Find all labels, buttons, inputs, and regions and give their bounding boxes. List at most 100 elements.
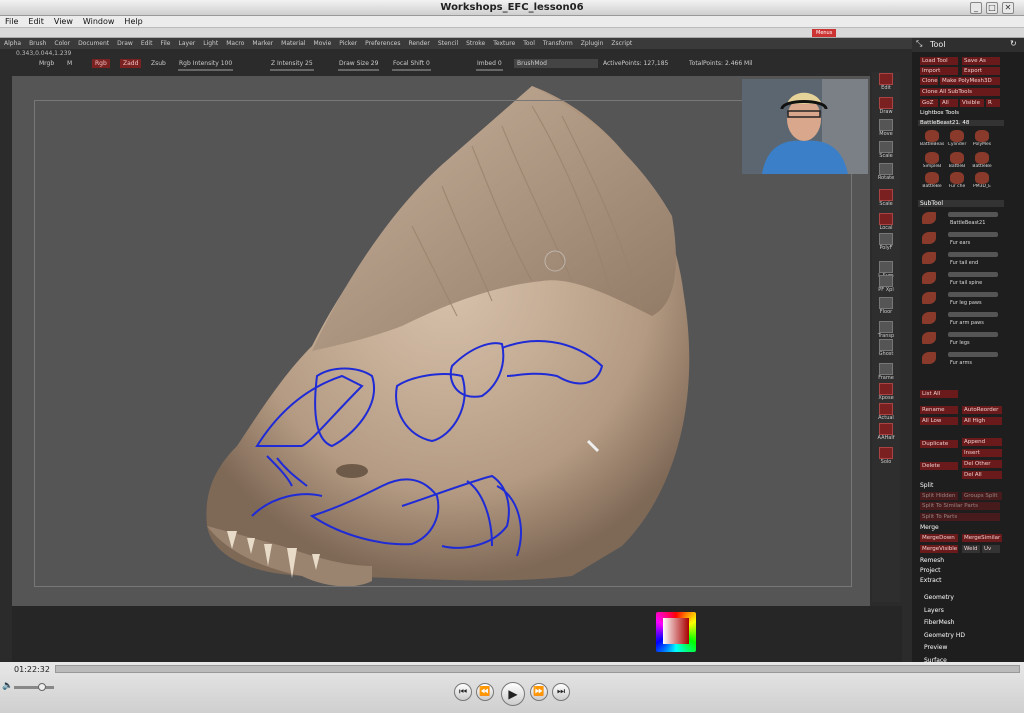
panel-btn-goz[interactable]: GoZ	[920, 99, 938, 107]
subtool-visibility-toggles[interactable]	[948, 212, 998, 217]
subtool-item[interactable]: Fur tail spine	[920, 270, 1004, 288]
panel-menu-geometry[interactable]: Geometry	[922, 594, 1008, 601]
zmenu-stroke[interactable]: Stroke	[462, 38, 489, 49]
tool-thumb[interactable]: Fur che	[945, 172, 969, 192]
panel-btn-visible[interactable]: Visible	[960, 99, 984, 107]
subtool-btn-autoreorder[interactable]: AutoReorder	[962, 406, 1002, 414]
panel-btn-make-polymesh3d[interactable]: Make PolyMesh3D	[940, 77, 1000, 85]
mrgb-toggle[interactable]: Mrgb	[36, 59, 57, 68]
view-tool-scale[interactable]: Scale	[874, 188, 898, 212]
tool-thumb[interactable]: PolyMes	[970, 130, 994, 150]
subtool-visibility-toggles[interactable]	[948, 232, 998, 237]
tool-thumb[interactable]: BattleBe	[920, 172, 944, 192]
merge-btn-mergedown[interactable]: MergeDown	[920, 534, 958, 542]
panel-btn-all[interactable]: All	[940, 99, 958, 107]
panel-btn-import[interactable]: Import	[920, 67, 958, 75]
view-tool-scale[interactable]: Scale	[874, 140, 898, 164]
view-tool-ghost[interactable]: Ghost	[874, 338, 898, 362]
subtool-item[interactable]: Fur leg paws	[920, 290, 1004, 308]
subtool-visibility-toggles[interactable]	[948, 332, 998, 337]
panel-menu-geometryhd[interactable]: Geometry HD	[922, 632, 1008, 639]
z-intensity-slider[interactable]: Z Intensity 25	[268, 59, 316, 71]
menu-window[interactable]: Window	[78, 16, 120, 27]
subtool-btn-duplicate[interactable]: Duplicate	[920, 440, 958, 448]
subtool-btn-all-high[interactable]: All High	[962, 417, 1002, 425]
zmenu-transform[interactable]: Transform	[539, 38, 577, 49]
zmenu-stencil[interactable]: Stencil	[434, 38, 462, 49]
subtool-visibility-toggles[interactable]	[948, 312, 998, 317]
zadd-toggle[interactable]: Zadd	[120, 59, 142, 68]
merge-btn-uv[interactable]: Uv	[982, 545, 1000, 553]
tool-thumb[interactable]: BattleBe	[970, 152, 994, 172]
tool-thumb[interactable]: SimpleB	[920, 152, 944, 172]
subtool-item[interactable]: Fur arms	[920, 350, 1004, 368]
color-picker-square[interactable]	[663, 618, 689, 644]
tool-thumb[interactable]: Cylinder	[945, 130, 969, 150]
view-tool-pfxpl[interactable]: PF Xpl	[874, 274, 898, 298]
zmenu-tool[interactable]: Tool	[519, 38, 539, 49]
close-button[interactable]: ✕	[1002, 2, 1014, 14]
merge-btn-weld[interactable]: Weld	[962, 545, 980, 553]
tool-thumb[interactable]: BattleB	[945, 152, 969, 172]
tool-thumb[interactable]: BattleBeast21	[920, 130, 944, 150]
subtool-btn-insert[interactable]: Insert	[962, 449, 1002, 457]
subtool-visibility-toggles[interactable]	[948, 292, 998, 297]
zmenu-movie[interactable]: Movie	[310, 38, 336, 49]
rgb-toggle[interactable]: Rgb	[92, 59, 110, 68]
rewind-icon[interactable]: ⏪	[476, 683, 494, 701]
subtool-item[interactable]: Fur legs	[920, 330, 1004, 348]
zmenu-preferences[interactable]: Preferences	[361, 38, 404, 49]
panel-btn-save-as[interactable]: Save As	[962, 57, 1000, 65]
zmenu-draw[interactable]: Draw	[113, 38, 137, 49]
subtool-header[interactable]: SubTool	[918, 200, 1004, 207]
view-tool-polyf[interactable]: PolyF	[874, 232, 898, 256]
zmenu-light[interactable]: Light	[199, 38, 222, 49]
panel-menu-fibermesh[interactable]: FiberMesh	[922, 619, 1008, 626]
maximize-button[interactable]: □	[986, 2, 998, 14]
extract-section[interactable]: Extract	[918, 577, 1004, 584]
subtool-item[interactable]: Fur tail end	[920, 250, 1004, 268]
view-tool-edit[interactable]: Edit	[874, 72, 898, 96]
menus-toggle[interactable]: Menus	[812, 29, 837, 37]
timeline-scrubber[interactable]	[55, 665, 1020, 673]
zsub-toggle[interactable]: Zsub	[148, 59, 169, 68]
imbed-slider[interactable]: Imbed 0	[474, 59, 505, 71]
zmenu-texture[interactable]: Texture	[489, 38, 519, 49]
volume-slider[interactable]	[14, 686, 54, 689]
subtool-btn-delete[interactable]: Delete	[920, 462, 958, 470]
view-tool-draw[interactable]: Draw	[874, 96, 898, 120]
panel-btn-export[interactable]: Export	[962, 67, 1000, 75]
refresh-icon[interactable]: ↻	[1010, 39, 1017, 48]
split-btn-3[interactable]: Split To Parts	[920, 513, 1000, 521]
panel-btn-load-tool[interactable]: Load Tool	[920, 57, 958, 65]
zmenu-zscript[interactable]: Zscript	[607, 38, 636, 49]
panel-btn-clone-all-subtools[interactable]: Clone All SubTools	[920, 88, 1000, 96]
minimize-button[interactable]: _	[970, 2, 982, 14]
split-btn-0[interactable]: Split Hidden	[920, 492, 958, 500]
zmenu-alpha[interactable]: Alpha	[0, 38, 25, 49]
subtool-btn-list-all[interactable]: List All	[920, 390, 958, 398]
subtool-item[interactable]: Fur ears	[920, 230, 1004, 248]
menu-file[interactable]: File	[0, 16, 23, 27]
rgb-intensity-slider[interactable]: Rgb Intensity 100	[176, 59, 235, 71]
zmenu-brush[interactable]: Brush	[25, 38, 50, 49]
volume-knob[interactable]	[38, 683, 46, 691]
subtool-item[interactable]: Fur arm paws	[920, 310, 1004, 328]
project-section[interactable]: Project	[918, 567, 1004, 574]
zmenu-file[interactable]: File	[156, 38, 174, 49]
panel-btn-r[interactable]: R	[986, 99, 1000, 107]
current-tool-slider[interactable]: BattleBeast21. 48	[918, 120, 1004, 126]
zmenu-zplugin[interactable]: Zplugin	[577, 38, 608, 49]
skip-back-icon[interactable]: ⏮	[454, 683, 472, 701]
draw-size-slider[interactable]: Draw Size 29	[336, 59, 381, 71]
zmenu-document[interactable]: Document	[74, 38, 113, 49]
split-btn-2[interactable]: Split To Similar Parts	[920, 502, 1000, 510]
lightbox-tools-button[interactable]: Lightbox Tools	[918, 110, 1004, 116]
merge-section[interactable]: Merge	[918, 524, 1004, 531]
m-toggle[interactable]: M	[64, 59, 75, 68]
subtool-visibility-toggles[interactable]	[948, 272, 998, 277]
subtool-btn-rename[interactable]: Rename	[920, 406, 958, 414]
menu-help[interactable]: Help	[119, 16, 147, 27]
subtool-visibility-toggles[interactable]	[948, 352, 998, 357]
zmenu-picker[interactable]: Picker	[335, 38, 361, 49]
